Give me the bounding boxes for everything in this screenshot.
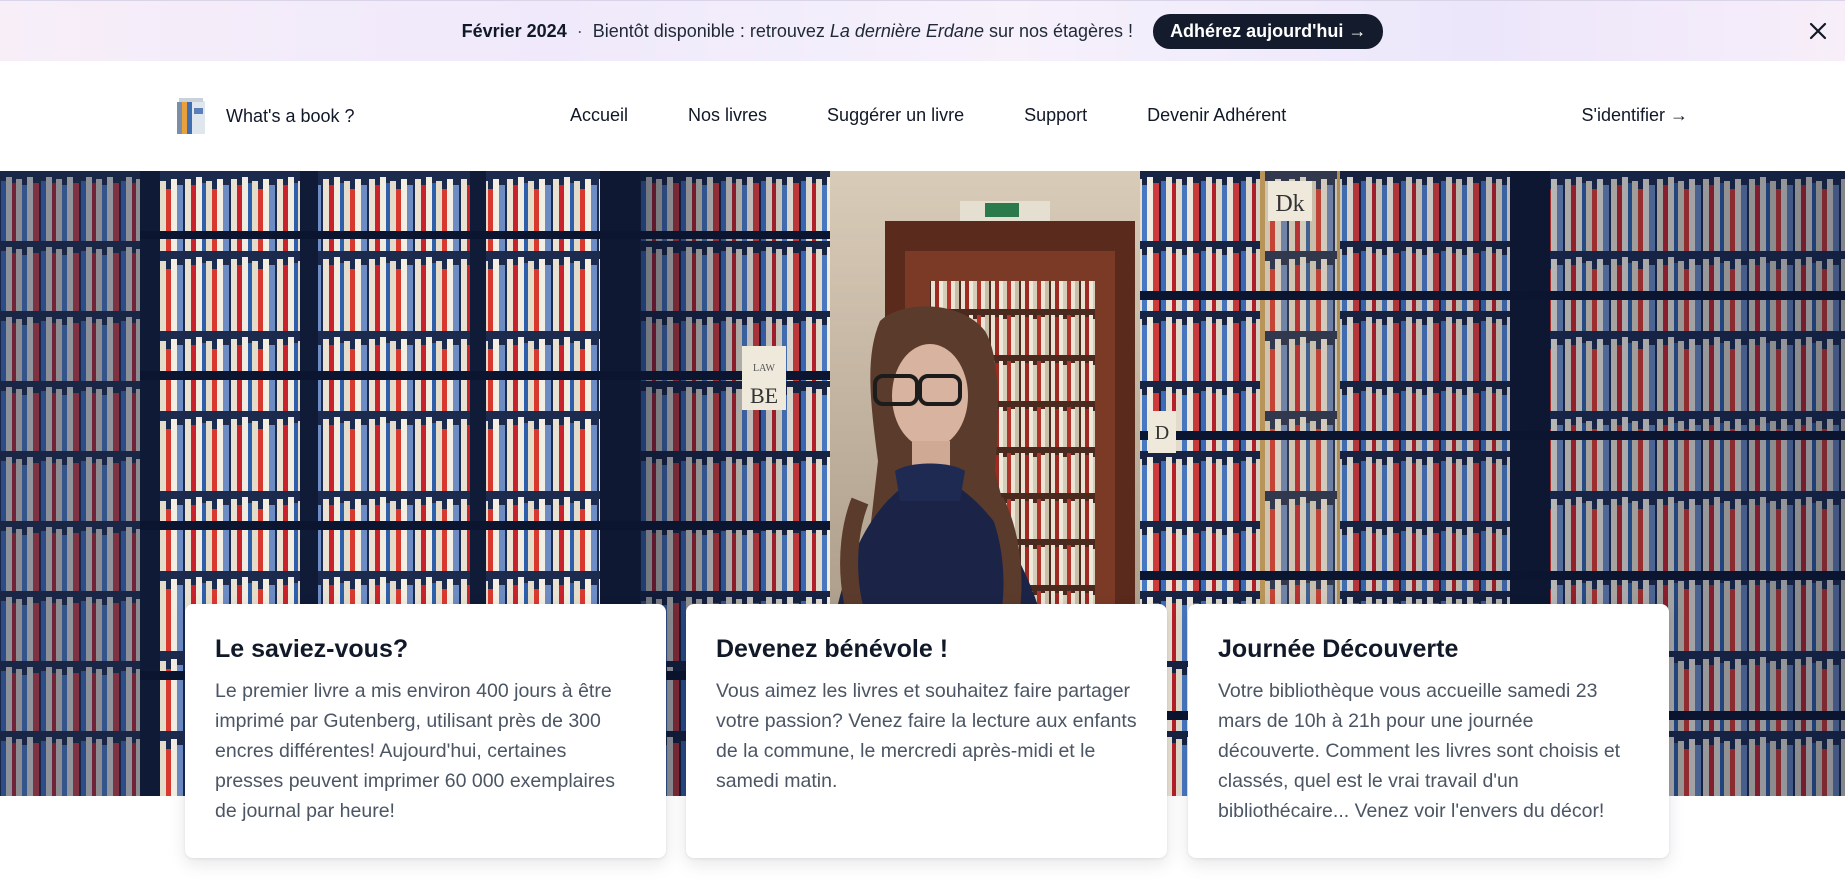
card-discovery-day: Journée Découverte Votre bibliothèque vo…	[1188, 604, 1669, 858]
nav-item-support[interactable]: Support	[1024, 105, 1087, 126]
banner-text: Bientôt disponible : retrouvez La derniè…	[593, 21, 1133, 42]
card-body: Vous aimez les livres et souhaitez faire…	[716, 680, 1137, 792]
banner-book-title: La dernière Erdane	[829, 20, 984, 41]
nav-item-accueil[interactable]: Accueil	[570, 105, 628, 126]
banner-separator: ·	[576, 20, 583, 41]
banner-text-before: Bientôt disponible : retrouvez	[592, 20, 830, 41]
brand-name: What's a book ?	[226, 105, 355, 126]
nav-item-suggerer-un-livre[interactable]: Suggérer un livre	[827, 105, 964, 126]
card-volunteer: Devenez bénévole ! Vous aimez les livres…	[686, 604, 1167, 858]
nav-item-nos-livres[interactable]: Nos livres	[688, 105, 767, 126]
shelf-sign-law: LAW	[753, 363, 776, 374]
card-did-you-know: Le saviez-vous? Le premier livre a mis e…	[185, 604, 666, 858]
announcement-banner: Février 2024 · Bientôt disponible : retr…	[0, 0, 1845, 61]
banner-date: Février 2024	[461, 20, 567, 41]
shelf-sign-d: D	[1155, 422, 1169, 444]
shelf-sign-be: BE	[750, 383, 778, 408]
banner-text-after: sur nos étagères !	[983, 20, 1134, 41]
site-header: What's a book ? Accueil Nos livres Suggé…	[0, 61, 1845, 171]
card-title: Le saviez-vous?	[215, 635, 409, 663]
close-icon[interactable]	[1805, 18, 1831, 44]
join-today-button[interactable]: Adhérez aujourd'hui →	[1153, 13, 1384, 49]
card-body: Le premier livre a mis environ 400 jours…	[215, 680, 615, 822]
brand-link[interactable]: What's a book ?	[175, 96, 355, 136]
login-link[interactable]: S'identifier →	[1582, 105, 1688, 126]
card-title: Devenez bénévole !	[716, 635, 949, 663]
card-title: Journée Découverte	[1218, 635, 1459, 663]
book-logo-icon	[177, 98, 205, 134]
main-nav: Accueil Nos livres Suggérer un livre Sup…	[570, 105, 1286, 126]
card-body: Votre bibliothèque vous accueille samedi…	[1218, 680, 1621, 822]
nav-item-devenir-adherent[interactable]: Devenir Adhérent	[1147, 105, 1286, 126]
shelf-sign-dk: Dk	[1275, 191, 1304, 217]
